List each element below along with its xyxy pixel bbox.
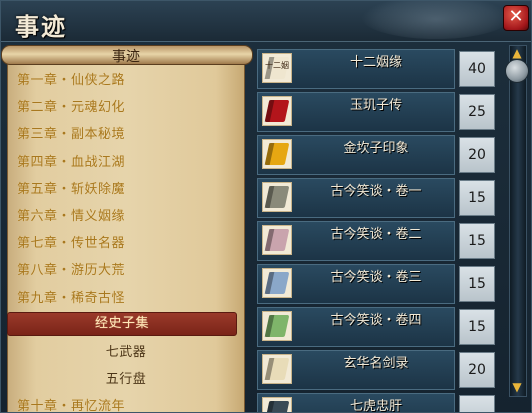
book-count: 15 <box>468 233 486 249</box>
scrollbar-thumb[interactable] <box>505 59 529 83</box>
book-row[interactable]: 七虎忠肝 <box>257 393 501 413</box>
book-count: 20 <box>468 147 486 163</box>
book-twelve-fates-icon: 十二姻 <box>262 53 292 83</box>
book-row[interactable]: 十二姻 十二姻缘 40 <box>257 49 501 89</box>
book-name: 玄华名剑录 <box>343 356 409 371</box>
chapter-item[interactable]: 第四章・血战江湖 <box>17 151 125 170</box>
chapter-item[interactable]: 第五章・斩妖除魔 <box>17 178 125 197</box>
book-name: 古今笑谈・卷四 <box>330 313 422 328</box>
chapter-item[interactable]: 第七章・传世名器 <box>17 232 125 251</box>
book-red-icon <box>262 96 292 126</box>
book-row[interactable]: 古今笑谈・卷二 15 <box>257 221 501 261</box>
book-count-box: 15 <box>459 309 495 345</box>
chapter-scroll: 事迹 第一章・仙侠之路 第二章・元魂幻化 第三章・副本秘境 第四章・血战江湖 第五章・斩… <box>1 45 253 412</box>
window-title: 事迹 <box>15 12 67 41</box>
book-name: 古今笑谈・卷二 <box>330 227 422 242</box>
book-blue-icon <box>262 268 292 298</box>
scroll-down-button[interactable]: ▼ <box>507 379 527 395</box>
book-row[interactable]: 古今笑谈・卷三 15 <box>257 264 501 304</box>
book-cream-icon <box>262 354 292 384</box>
book-count-box: 20 <box>459 137 495 173</box>
book-name: 玉玑子传 <box>349 98 402 113</box>
book-grey-icon <box>262 182 292 212</box>
scroll-title: 事迹 <box>112 49 140 65</box>
book-list: 十二姻 十二姻缘 40 玉玑子传 25 金坎子印象 20 古今笑谈・卷一 15 古今笑谈・卷二 15… <box>257 45 501 413</box>
book-count-box: 40 <box>459 51 495 87</box>
book-count-box: 15 <box>459 266 495 302</box>
scrollbar-track[interactable] <box>509 45 527 397</box>
book-name: 金坎子印象 <box>343 141 409 156</box>
chapter-item[interactable]: 第十章・再忆流年 <box>17 395 125 412</box>
book-name: 十二姻缘 <box>349 55 402 70</box>
chapter-item[interactable]: 第九章・稀奇古怪 <box>17 287 125 306</box>
book-gold-icon <box>262 139 292 169</box>
cloud-decoration <box>361 1 511 39</box>
book-count: 25 <box>468 104 486 120</box>
book-pink-icon <box>262 225 292 255</box>
chapter-item[interactable]: 第六章・情义姻缘 <box>17 205 125 224</box>
chapter-item[interactable]: 第八章・游历大荒 <box>17 259 125 278</box>
book-count-box: 15 <box>459 180 495 216</box>
book-count-box: 25 <box>459 94 495 130</box>
selected-chapter-item[interactable]: 经史子集 <box>7 311 237 336</box>
book-dark-icon <box>262 397 292 412</box>
book-row[interactable]: 古今笑谈・卷四 15 <box>257 307 501 347</box>
book-count-box <box>459 395 495 412</box>
book-name: 古今笑谈・卷一 <box>330 184 422 199</box>
book-row[interactable]: 玉玑子传 25 <box>257 92 501 132</box>
book-name: 古今笑谈・卷三 <box>330 270 422 285</box>
sub-chapter-item[interactable]: 五行盘 <box>1 368 251 387</box>
book-green-icon <box>262 311 292 341</box>
book-count-box: 20 <box>459 352 495 388</box>
book-count: 15 <box>468 190 486 206</box>
book-row[interactable]: 古今笑谈・卷一 15 <box>257 178 501 218</box>
book-count: 20 <box>468 362 486 378</box>
book-row[interactable]: 金坎子印象 20 <box>257 135 501 175</box>
close-button[interactable]: ✕ <box>503 5 529 31</box>
achievements-window: 事迹 ✕ 事迹 第一章・仙侠之路 第二章・元魂幻化 第三章・副本秘境 第四章・血战江湖… <box>0 0 532 413</box>
book-name: 七虎忠肝 <box>349 399 402 413</box>
book-row[interactable]: 玄华名剑录 20 <box>257 350 501 390</box>
book-count: 15 <box>468 319 486 335</box>
book-count-box: 15 <box>459 223 495 259</box>
chapter-item[interactable]: 第一章・仙侠之路 <box>17 69 125 88</box>
book-count: 40 <box>468 61 486 77</box>
sub-chapter-item[interactable]: 七武器 <box>1 341 251 360</box>
book-count: 15 <box>468 276 486 292</box>
chapter-item[interactable]: 第二章・元魂幻化 <box>17 96 125 115</box>
title-bar: 事迹 ✕ <box>1 1 531 42</box>
chapter-item[interactable]: 第三章・副本秘境 <box>17 123 125 142</box>
book-icon-text: 十二姻 <box>265 61 289 70</box>
